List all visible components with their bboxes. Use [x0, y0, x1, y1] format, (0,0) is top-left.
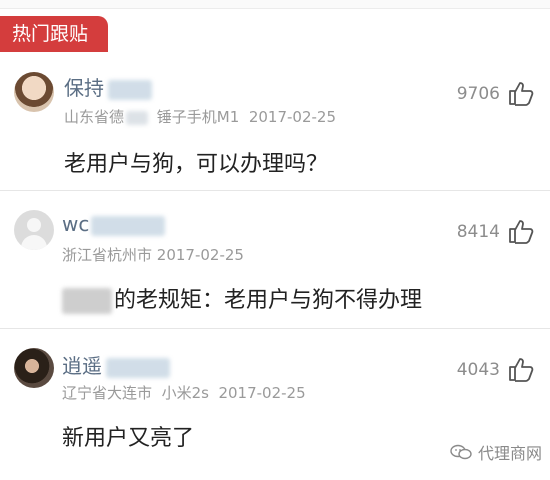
comment-text: 老用户与狗，可以办理吗？: [64, 152, 329, 177]
comment-username[interactable]: 保持: [64, 72, 152, 101]
comment-text: 新用户又亮了: [62, 426, 195, 451]
like-count: 9706: [456, 84, 500, 104]
thumbs-up-icon[interactable]: [508, 218, 534, 244]
hot-comments-tag: 热门跟贴: [0, 16, 108, 52]
comment-username[interactable]: wc: [62, 212, 166, 236]
redacted-username: [91, 215, 166, 236]
top-strip: [0, 0, 550, 9]
comment-item: 保持 山东省德 锤子手机M1 2017-02-25 9706 老用户与狗，可以办…: [0, 62, 550, 190]
comment-item: wc 浙江省杭州市 2017-02-25 8414 的老规矩：老用户与狗不得办理: [0, 196, 550, 328]
redacted-location: [126, 110, 149, 125]
like-count: 8414: [456, 222, 500, 242]
redacted-username: [108, 79, 152, 100]
comment-meta: 浙江省杭州市 2017-02-25: [62, 246, 244, 264]
avatar[interactable]: [14, 210, 54, 250]
comment-meta: 山东省德 锤子手机M1 2017-02-25: [64, 108, 337, 126]
avatar[interactable]: [14, 348, 54, 388]
watermark-text: 代理商网: [477, 444, 542, 463]
redacted-username: [106, 357, 170, 378]
watermark: 代理商网: [450, 440, 542, 464]
thumbs-up-icon[interactable]: [508, 356, 534, 382]
like-count: 4043: [456, 360, 500, 380]
divider: [0, 328, 550, 329]
wechat-icon: [450, 444, 472, 460]
comment-username[interactable]: 逍遥: [62, 350, 170, 379]
divider: [0, 190, 550, 191]
comment-text: 的老规矩：老用户与狗不得办理: [62, 282, 422, 314]
comment-meta: 辽宁省大连市 小米2s 2017-02-25: [62, 384, 306, 402]
thumbs-up-icon[interactable]: [508, 80, 534, 106]
avatar[interactable]: [14, 72, 54, 112]
redacted-name: [62, 288, 112, 314]
